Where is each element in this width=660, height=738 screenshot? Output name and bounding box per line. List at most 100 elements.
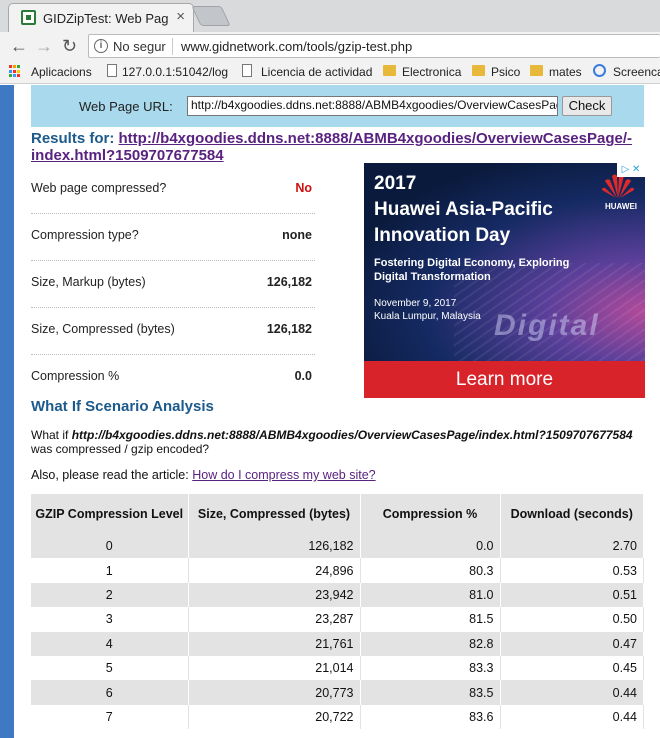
metric-label: Size, Markup (bytes) bbox=[31, 275, 146, 289]
cell-level: 6 bbox=[31, 680, 189, 705]
cell-level: 0 bbox=[31, 534, 189, 559]
cell-download: 0.53 bbox=[500, 558, 644, 583]
metrics-list: Web page compressed? No Compression type… bbox=[31, 167, 315, 402]
cell-level: 7 bbox=[31, 704, 189, 730]
cell-size: 21,761 bbox=[188, 631, 361, 656]
cell-level: 4 bbox=[31, 631, 189, 656]
check-button[interactable]: Check bbox=[562, 96, 612, 116]
browser-tab[interactable]: GIDZipTest: Web Page C × bbox=[8, 3, 194, 32]
cell-download: 0.47 bbox=[500, 631, 644, 656]
results-heading: Results for: http://b4xgoodies.ddns.net:… bbox=[31, 130, 646, 164]
metric-value: 126,182 bbox=[266, 275, 312, 289]
bookmark-localhost[interactable]: 127.0.0.1:51042/login bbox=[122, 65, 228, 79]
cell-download: 0.44 bbox=[500, 704, 644, 730]
ad-date-line: November 9, 2017 bbox=[374, 298, 457, 309]
folder-icon bbox=[472, 65, 485, 76]
metric-label: Size, Compressed (bytes) bbox=[31, 322, 175, 336]
left-page-strip bbox=[0, 85, 14, 738]
metric-label: Compression type? bbox=[31, 228, 139, 242]
metric-row: Size, Compressed (bytes) 126,182 bbox=[31, 308, 315, 355]
address-url[interactable]: www.gidnetwork.com/tools/gzip-test.php bbox=[181, 39, 412, 54]
ad-title: Huawei Asia-Pacific Innovation Day bbox=[374, 199, 553, 246]
whatif-url: http://b4xgoodies.ddns.net:8888/ABMB4xgo… bbox=[71, 428, 633, 442]
browser-tab-strip: GIDZipTest: Web Page C × bbox=[0, 0, 660, 32]
bookmark-apps[interactable]: Aplicacions bbox=[31, 65, 92, 79]
metric-row: Compression type? none bbox=[31, 214, 315, 261]
metric-label: Compression % bbox=[31, 369, 120, 383]
cell-pct: 83.6 bbox=[360, 704, 501, 730]
whatif-tail: was compressed / gzip encoded? bbox=[31, 442, 210, 456]
whatif-lead: What if bbox=[31, 428, 69, 442]
tab-close-icon[interactable]: × bbox=[176, 8, 185, 25]
info-icon[interactable]: i bbox=[94, 39, 108, 53]
table-row: 3 23,287 81.5 0.50 bbox=[31, 607, 644, 632]
folder-icon bbox=[530, 65, 543, 76]
also-prefix: Also, please read the article: bbox=[31, 468, 189, 482]
url-label: Web Page URL: bbox=[79, 99, 173, 114]
table-row: 5 21,014 83.3 0.45 bbox=[31, 655, 644, 681]
bookmark-psico[interactable]: Psico bbox=[491, 65, 520, 79]
cell-level: 2 bbox=[31, 582, 189, 608]
huawei-advertisement[interactable]: 2017 Huawei Asia-Pacific Innovation Day … bbox=[364, 163, 645, 398]
security-status[interactable]: No segur bbox=[113, 39, 166, 54]
table-row: 0 126,182 0.0 2.70 bbox=[31, 534, 644, 559]
ad-subtitle: Fostering Digital Economy, Exploring Dig… bbox=[374, 257, 570, 283]
cell-pct: 82.8 bbox=[360, 631, 501, 656]
ad-learn-more-button[interactable]: Learn more bbox=[364, 361, 645, 398]
ad-brand: HUAWEI bbox=[605, 202, 637, 211]
cell-download: 0.44 bbox=[500, 680, 644, 705]
cell-size: 23,942 bbox=[188, 582, 361, 608]
cell-download: 2.70 bbox=[500, 534, 644, 559]
url-input[interactable]: http://b4xgoodies.ddns.net:8888/ABMB4xgo… bbox=[187, 96, 558, 116]
bookmarks-bar: Aplicacions 127.0.0.1:51042/login Licenc… bbox=[0, 60, 660, 84]
folder-icon bbox=[383, 65, 396, 76]
header-level: GZIP Compression Level bbox=[31, 494, 189, 534]
page-content: Web Page URL: http://b4xgoodies.ddns.net… bbox=[14, 85, 660, 738]
browser-toolbar: ← → ↻ i No segur www.gidnetwork.com/tool… bbox=[0, 32, 660, 60]
metric-value: No bbox=[295, 181, 312, 195]
ad-choices-icon[interactable]: ▷ ✕ bbox=[617, 163, 645, 177]
apps-grid-icon[interactable] bbox=[9, 65, 22, 78]
table-row: 7 20,722 83.6 0.44 bbox=[31, 704, 644, 730]
cell-size: 126,182 bbox=[188, 534, 361, 559]
results-url-link[interactable]: http://b4xgoodies.ddns.net:8888/ABMB4xgo… bbox=[31, 130, 632, 164]
new-tab-button[interactable] bbox=[191, 6, 231, 26]
cell-download: 0.45 bbox=[500, 655, 644, 681]
ad-year: 2017 bbox=[374, 173, 417, 194]
ad-watermark: Digital bbox=[494, 309, 600, 342]
bookmark-screencast[interactable]: Screencast bbox=[613, 65, 660, 79]
bookmark-licencia[interactable]: Licencia de actividad bbox=[261, 65, 372, 79]
metric-value: none bbox=[282, 228, 312, 242]
also-read: Also, please read the article: How do I … bbox=[31, 468, 376, 482]
page-icon bbox=[107, 64, 117, 77]
cell-size: 21,014 bbox=[188, 655, 361, 681]
forward-arrow-icon[interactable]: → bbox=[35, 36, 53, 57]
bookmark-mates[interactable]: mates bbox=[549, 65, 582, 79]
cell-size: 23,287 bbox=[188, 607, 361, 632]
metric-row: Web page compressed? No bbox=[31, 167, 315, 214]
cell-pct: 81.0 bbox=[360, 582, 501, 608]
cell-level: 1 bbox=[31, 558, 189, 583]
results-prefix: Results for: bbox=[31, 130, 115, 147]
table-row: 2 23,942 81.0 0.51 bbox=[31, 582, 644, 608]
cell-size: 20,722 bbox=[188, 704, 361, 730]
reload-icon[interactable]: ↻ bbox=[62, 36, 77, 57]
address-bar[interactable]: i No segur www.gidnetwork.com/tools/gzip… bbox=[88, 34, 660, 58]
bookmark-electronica[interactable]: Electronica bbox=[402, 65, 461, 79]
omnibox-divider bbox=[172, 38, 173, 55]
metric-label: Web page compressed? bbox=[31, 181, 167, 195]
back-arrow-icon[interactable]: ← bbox=[10, 36, 28, 57]
metric-row: Size, Markup (bytes) 126,182 bbox=[31, 261, 315, 308]
header-pct: Compression % bbox=[360, 494, 501, 534]
cell-pct: 83.5 bbox=[360, 680, 501, 705]
header-size: Size, Compressed (bytes) bbox=[188, 494, 361, 534]
tab-title: GIDZipTest: Web Page C bbox=[43, 11, 169, 26]
cell-pct: 81.5 bbox=[360, 607, 501, 632]
url-form: Web Page URL: http://b4xgoodies.ddns.net… bbox=[31, 85, 644, 127]
ad-location: Kuala Lumpur, Malaysia bbox=[374, 311, 481, 322]
compress-article-link[interactable]: How do I compress my web site? bbox=[192, 468, 375, 482]
gzip-level-table: GZIP Compression Level Size, Compressed … bbox=[31, 494, 644, 730]
cell-download: 0.50 bbox=[500, 607, 644, 632]
table-row: 4 21,761 82.8 0.47 bbox=[31, 631, 644, 656]
cell-download: 0.51 bbox=[500, 582, 644, 608]
